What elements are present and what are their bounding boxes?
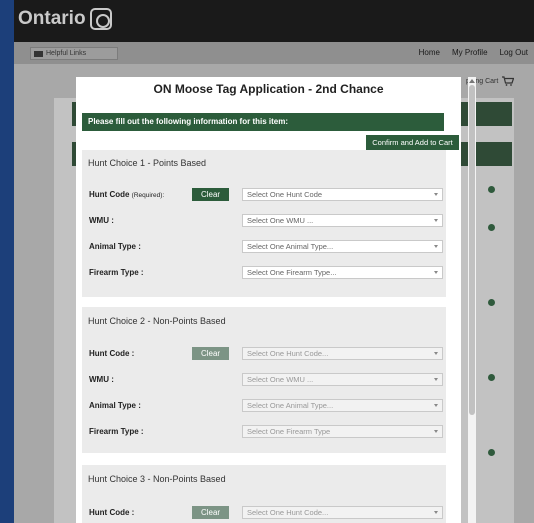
wmu-select[interactable]: Select One WMU ...: [242, 373, 443, 386]
clear-button[interactable]: Clear: [192, 347, 229, 360]
section-title: Hunt Choice 3 - Non-Points Based: [88, 474, 226, 484]
firearm-type-select[interactable]: Select One Firearm Type...: [242, 266, 443, 279]
trillium-icon: [89, 8, 112, 30]
animal-type-select-value: Select One Animal Type...: [247, 401, 334, 410]
wmu-select-value: Select One WMU ...: [247, 216, 314, 225]
sub-header: Helpful Links Home My Profile Log Out: [14, 42, 534, 64]
background-dot: [488, 186, 495, 193]
scroll-up-arrow-icon[interactable]: [469, 79, 475, 83]
hunt-code-select[interactable]: Select One Hunt Code...: [242, 347, 443, 360]
animal-type-row: Animal Type : Select One Animal Type...: [89, 240, 444, 254]
scrollbar-thumb[interactable]: [469, 85, 475, 415]
firearm-type-select-value: Select One Firearm Type: [247, 427, 331, 436]
background-dot: [488, 449, 495, 456]
wmu-select[interactable]: Select One WMU ...: [242, 214, 443, 227]
hunt-code-label: Hunt Code :: [89, 349, 135, 358]
firearm-type-select[interactable]: Select One Firearm Type: [242, 425, 443, 438]
nav-home-link[interactable]: Home: [419, 48, 440, 57]
animal-type-label: Animal Type :: [89, 401, 141, 410]
hunt-code-label: Hunt Code :: [89, 508, 135, 517]
hunt-code-row: Hunt Code : Clear Select One Hunt Code..…: [89, 347, 444, 361]
hunt-code-select-value: Select One Hunt Code...: [247, 508, 329, 517]
logo-text: Ontario: [18, 8, 86, 29]
animal-type-select-value: Select One Animal Type...: [247, 242, 334, 251]
chevron-down-icon: [434, 511, 438, 514]
firearm-type-label: Firearm Type :: [89, 427, 144, 436]
chevron-down-icon: [434, 352, 438, 355]
modal-title: ON Moose Tag Application - 2nd Chance: [153, 82, 384, 96]
animal-type-select[interactable]: Select One Animal Type...: [242, 240, 443, 253]
chevron-down-icon: [434, 404, 438, 407]
helpful-links-label: Helpful Links: [46, 50, 87, 57]
clear-button[interactable]: Clear: [192, 188, 229, 201]
hunt-choice-2-section: Hunt Choice 2 - Non-Points Based Hunt Co…: [82, 307, 446, 453]
top-nav: Home My Profile Log Out: [419, 48, 528, 57]
hunt-code-label-text: Hunt Code: [89, 190, 130, 199]
hunt-code-row: Hunt Code : Clear Select One Hunt Code..…: [89, 506, 444, 520]
hunt-choice-3-section: Hunt Choice 3 - Non-Points Based Hunt Co…: [82, 465, 446, 523]
animal-type-label: Animal Type :: [89, 242, 141, 251]
animal-type-select[interactable]: Select One Animal Type...: [242, 399, 443, 412]
wmu-label: WMU :: [89, 216, 114, 225]
nav-profile-link[interactable]: My Profile: [452, 48, 488, 57]
background-dot: [488, 374, 495, 381]
section-title: Hunt Choice 2 - Non-Points Based: [88, 316, 226, 326]
firearm-type-row: Firearm Type : Select One Firearm Type: [89, 425, 444, 439]
hunt-code-select-value: Select One Hunt Code: [247, 190, 323, 199]
background-dot: [488, 299, 495, 306]
hunt-choice-1-section: Hunt Choice 1 - Points Based Hunt Code (…: [82, 150, 446, 297]
hunt-code-select[interactable]: Select One Hunt Code: [242, 188, 443, 201]
cart-icon: [502, 76, 515, 86]
menu-icon: [34, 50, 43, 57]
hunt-code-label: Hunt Code (Required):: [89, 190, 164, 199]
confirm-add-to-cart-button[interactable]: Confirm and Add to Cart: [366, 135, 459, 150]
firearm-type-label: Firearm Type :: [89, 268, 144, 277]
chevron-down-icon: [434, 378, 438, 381]
info-bar: Please fill out the following informatio…: [82, 113, 444, 131]
wmu-row: WMU : Select One WMU ...: [89, 214, 444, 228]
ontario-logo[interactable]: Ontario: [18, 8, 112, 30]
chevron-down-icon: [434, 245, 438, 248]
clear-button[interactable]: Clear: [192, 506, 229, 519]
chevron-down-icon: [434, 430, 438, 433]
firearm-type-select-value: Select One Firearm Type...: [247, 268, 337, 277]
application-modal: ON Moose Tag Application - 2nd Chance Pl…: [76, 77, 461, 523]
animal-type-row: Animal Type : Select One Animal Type...: [89, 399, 444, 413]
section-title: Hunt Choice 1 - Points Based: [88, 158, 207, 168]
app-frame: Ontario Helpful Links Home My Profile Lo…: [14, 0, 534, 523]
chevron-down-icon: [434, 219, 438, 222]
nav-logout-link[interactable]: Log Out: [500, 48, 528, 57]
wmu-label: WMU :: [89, 375, 114, 384]
firearm-type-row: Firearm Type : Select One Firearm Type..…: [89, 266, 444, 280]
wmu-select-value: Select One WMU ...: [247, 375, 314, 384]
hunt-code-select[interactable]: Select One Hunt Code...: [242, 506, 443, 519]
hunt-code-select-value: Select One Hunt Code...: [247, 349, 329, 358]
chevron-down-icon: [434, 271, 438, 274]
hunt-code-row: Hunt Code (Required): Clear Select One H…: [89, 188, 444, 202]
required-note: (Required):: [131, 192, 165, 199]
top-header: Ontario: [14, 0, 534, 42]
modal-scrollbar[interactable]: [468, 77, 476, 523]
chevron-down-icon: [434, 193, 438, 196]
background-dot: [488, 224, 495, 231]
wmu-row: WMU : Select One WMU ...: [89, 373, 444, 387]
helpful-links-button[interactable]: Helpful Links: [30, 47, 118, 60]
